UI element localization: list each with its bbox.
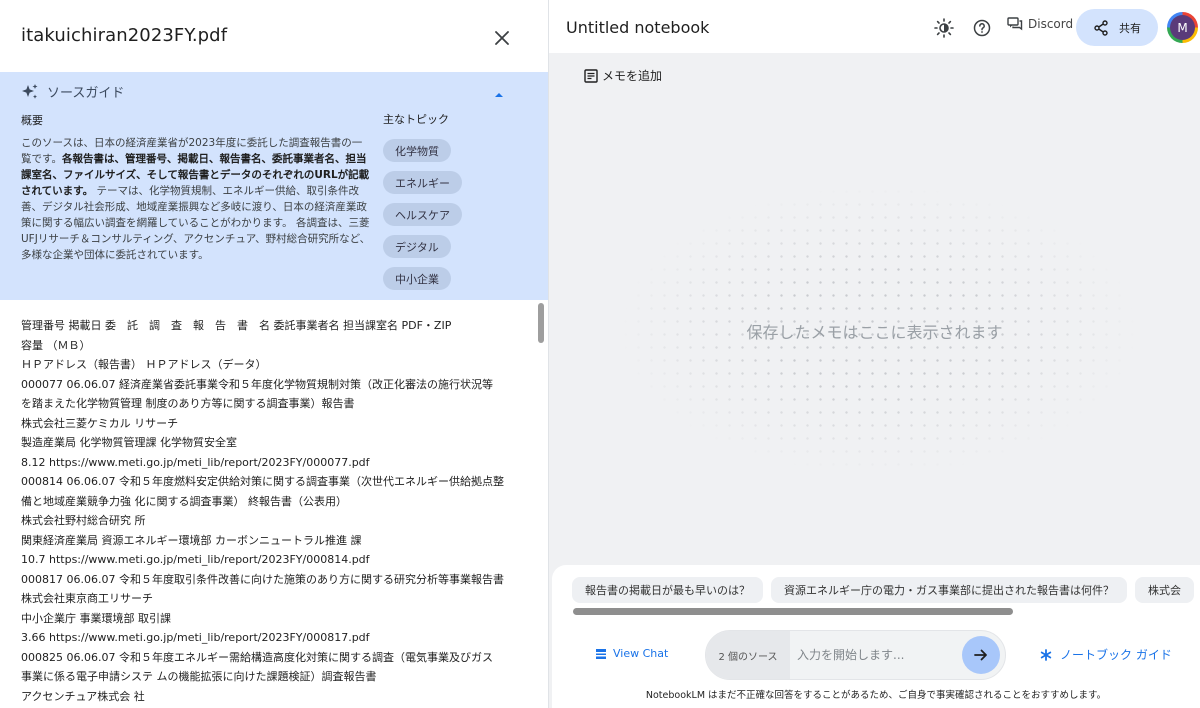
- note-add-icon: [584, 68, 598, 83]
- document-line: 管理番号 掲載日 委 託 調 査 報 告 書 名 委託事業者名 担当課室名 PD…: [21, 319, 452, 332]
- document-line: を踏まえた化学物質管理 制度のあり方等に関する調査事業）報告書: [21, 397, 355, 410]
- topics-list: 化学物質 エネルギー ヘルスケア デジタル 中小企業: [383, 139, 462, 290]
- source-guide: ソースガイド 概要 このソースは、日本の経済産業省が2023年度に委託した調査報…: [0, 72, 548, 300]
- share-icon: [1094, 19, 1108, 36]
- asterisk-icon: [1040, 648, 1052, 661]
- notebook-topbar: Untitled notebook Discord 共有 M: [549, 0, 1200, 53]
- chat-list-icon: [596, 648, 606, 659]
- disclaimer-text: NotebookLM はまだ不正確な回答をすることがあるため、ご自身で事実確認さ…: [645, 690, 1107, 701]
- theme-toggle-button[interactable]: [933, 17, 955, 39]
- caret-up-icon: [495, 93, 503, 97]
- summary-text: このソースは、日本の経済産業省が2023年度に委託した調査報告書の一覧です。各報…: [21, 135, 371, 263]
- document-line: 中小企業庁 事業環境部 取引課: [21, 611, 171, 625]
- view-chat-label: View Chat: [613, 647, 669, 660]
- document-line: ＨＰアドレス（報告書） ＨＰアドレス（データ）: [21, 358, 267, 371]
- document-line: 株式会社三菱ケミカル リサーチ: [21, 416, 179, 430]
- avatar-initial: M: [1170, 15, 1195, 40]
- chat-input[interactable]: [797, 644, 957, 666]
- document-line: 製造産業局 化学物質管理課 化学物質安全室: [21, 436, 237, 449]
- source-panel: itakuichiran2023FY.pdf ソースガイド 概要 このソースは、…: [0, 0, 549, 708]
- document-line: 容量 （ＭＢ）: [21, 338, 91, 352]
- document-line: 備と地域産業競争力強 化に関する調査事業） 終報告書（公表用）: [21, 494, 347, 508]
- document-line: 000814 06.06.07 令和５年度燃料安定供給対策に関する調査事業（次世…: [21, 475, 504, 488]
- notebook-title[interactable]: Untitled notebook: [566, 18, 709, 37]
- document-line: 事業に係る電子申請システ ムの機能拡張に向けた課題検証）調査報告書: [21, 670, 377, 683]
- document-line: 000077 06.06.07 経済産業省委託事業令和５年度化学物質規制対策（改…: [21, 377, 493, 391]
- topic-chip-sme[interactable]: 中小企業: [383, 267, 451, 290]
- document-line: 株式会社東京商工リサーチ: [21, 592, 153, 605]
- document-line: 関東経済産業局 資源エネルギー環境部 カーボンニュートラル推進 課: [21, 533, 362, 547]
- topic-chip-energy[interactable]: エネルギー: [383, 171, 462, 194]
- notebook-guide-label: ノートブック ガイド: [1060, 648, 1172, 662]
- notebook-panel: Untitled notebook Discord 共有 M メモを追加 保存し…: [549, 0, 1200, 708]
- document-line: 8.12 https://www.meti.go.jp/meti_lib/rep…: [21, 455, 370, 469]
- chat-input-container: 2 個のソース: [705, 630, 1006, 680]
- collapse-guide-button[interactable]: [494, 84, 504, 103]
- source-guide-header[interactable]: ソースガイド: [21, 82, 124, 101]
- document-line: 000817 06.06.07 令和５年度取引条件改善に向けた施策のあり方に関す…: [21, 572, 504, 586]
- document-line: 3.66 https://www.meti.go.jp/meti_lib/rep…: [21, 631, 370, 644]
- topics-label: 主なトピック: [383, 113, 449, 126]
- discord-link[interactable]: Discord: [1007, 17, 1073, 31]
- suggestion-chip[interactable]: 資源エネルギー庁の電力・ガス事業部に提出された報告書は何件？: [771, 577, 1127, 603]
- source-file-title: itakuichiran2023FY.pdf: [21, 25, 228, 46]
- document-line: 000825 06.06.07 令和５年度エネルギー需給構造高度化対策に関する調…: [21, 650, 493, 664]
- suggestions-scrollbar[interactable]: [573, 608, 1013, 615]
- suggestion-chip[interactable]: 株式会: [1135, 577, 1194, 603]
- topic-chip-healthcare[interactable]: ヘルスケア: [383, 203, 462, 226]
- share-label: 共有: [1119, 21, 1141, 35]
- suggestion-list: 報告書の掲載日が最も早いのは？ 資源エネルギー庁の電力・ガス事業部に提出された報…: [572, 577, 1198, 603]
- document-line: 10.7 https://www.meti.go.jp/meti_lib/rep…: [21, 553, 370, 566]
- add-memo-label: メモを追加: [602, 69, 663, 83]
- send-button[interactable]: [962, 636, 1000, 674]
- document-lines: 管理番号 掲載日 委 託 調 査 報 告 書 名 委託事業者名 担当課室名 PD…: [21, 316, 521, 706]
- share-button[interactable]: 共有: [1076, 9, 1158, 46]
- forum-icon: [1007, 17, 1023, 31]
- topic-chip-chemicals[interactable]: 化学物質: [383, 139, 451, 162]
- close-icon: [495, 31, 509, 45]
- brightness-icon: [934, 18, 954, 38]
- suggestion-chip[interactable]: 報告書の掲載日が最も早いのは？: [572, 577, 763, 603]
- help-icon: [973, 19, 991, 37]
- topic-chip-digital[interactable]: デジタル: [383, 235, 451, 258]
- help-button[interactable]: [971, 17, 993, 39]
- source-document-content: 管理番号 掲載日 委 託 調 査 報 告 書 名 委託事業者名 担当課室名 PD…: [0, 300, 548, 708]
- notebook-guide-button[interactable]: ノートブック ガイド: [1040, 646, 1172, 663]
- document-line: 株式会社野村総合研究 所: [21, 514, 146, 527]
- arrow-right-icon: [974, 649, 987, 661]
- document-scrollbar[interactable]: [538, 303, 544, 343]
- source-header: itakuichiran2023FY.pdf: [0, 0, 549, 72]
- account-avatar[interactable]: M: [1167, 12, 1198, 43]
- source-count-badge[interactable]: 2 個のソース: [706, 631, 790, 679]
- add-memo-button[interactable]: メモを追加: [583, 67, 662, 84]
- summary-label: 概要: [21, 114, 43, 127]
- document-line: アクセンチュア株式会 社: [21, 689, 145, 703]
- source-guide-title: ソースガイド: [47, 86, 125, 101]
- close-source-button[interactable]: [488, 24, 516, 52]
- view-chat-button[interactable]: View Chat: [595, 647, 668, 660]
- empty-notes-message: 保存したメモはここに表示されます: [746, 323, 1003, 342]
- sparkle-icon: [22, 83, 38, 99]
- discord-label: Discord: [1028, 17, 1074, 31]
- chat-panel: 報告書の掲載日が最も早いのは？ 資源エネルギー庁の電力・ガス事業部に提出された報…: [552, 565, 1200, 708]
